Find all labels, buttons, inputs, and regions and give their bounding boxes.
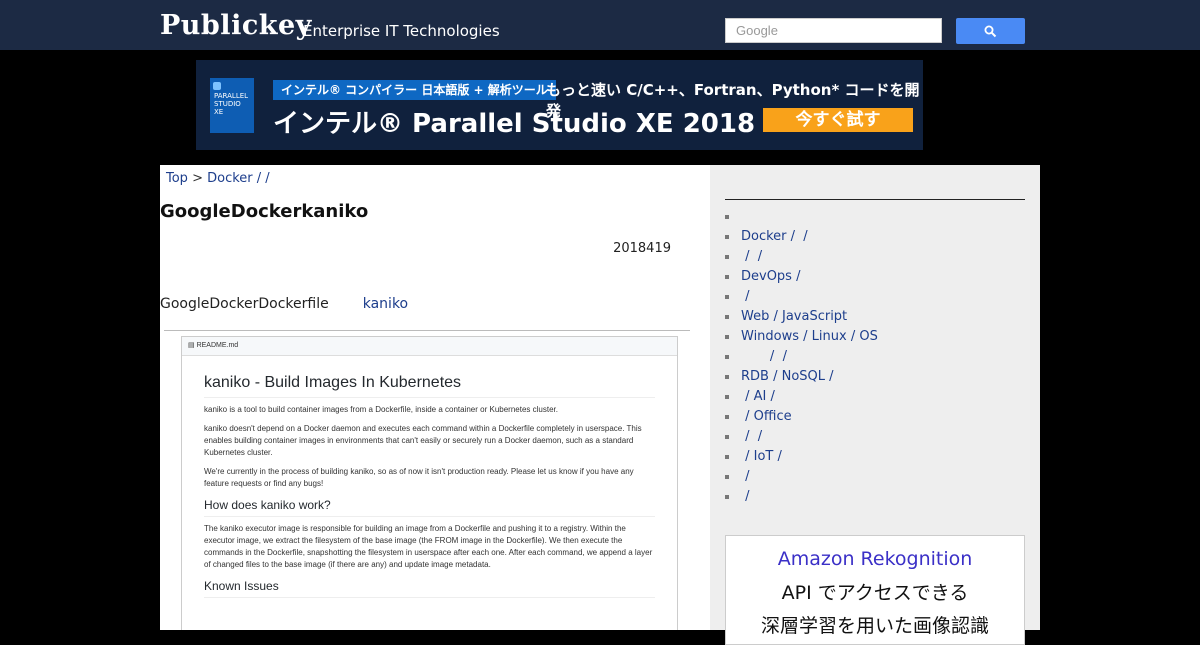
- readme-paragraph: kaniko doesn't depend on a Docker daemon…: [204, 424, 642, 457]
- readme-title: kaniko - Build Images In Kubernetes: [204, 374, 655, 398]
- ad-banner[interactable]: PARALLEL STUDIO XE インテル® コンパイラー 日本語版 + 解…: [196, 60, 923, 150]
- breadcrumb: Top > Docker / /: [166, 171, 270, 186]
- category-item[interactable]: / /: [725, 247, 878, 267]
- category-item[interactable]: /: [725, 287, 878, 307]
- search-input[interactable]: [725, 18, 942, 43]
- category-list: Docker / / / / DevOps / / Web / JavaScri…: [725, 207, 878, 507]
- bullet-icon: [725, 374, 729, 379]
- bullet-icon: [725, 394, 729, 399]
- lead-text: GoogleDockerDockerfile: [160, 296, 329, 312]
- breadcrumb-category-link[interactable]: Docker / /: [207, 171, 270, 186]
- category-item[interactable]: / /: [725, 347, 878, 367]
- category-item[interactable]: Docker / /: [725, 227, 878, 247]
- bullet-icon: [725, 314, 729, 319]
- bullet-icon: [725, 454, 729, 459]
- bullet-icon: [725, 434, 729, 439]
- readme-screenshot: ▤ README.md kaniko - Build Images In Kub…: [181, 336, 678, 630]
- product-box-image: PARALLEL STUDIO XE: [210, 78, 254, 133]
- bullet-icon: [725, 414, 729, 419]
- sidebar-ad[interactable]: Amazon Rekognition API でアクセスできる 深層学習を用いた…: [725, 535, 1025, 645]
- category-item[interactable]: Web / JavaScript: [725, 307, 878, 327]
- readme-filename: README.md: [196, 342, 239, 349]
- site-logo[interactable]: Publickey: [160, 10, 312, 41]
- readme-paragraph: kaniko is a tool to build container imag…: [204, 405, 558, 414]
- book-icon: ▤: [188, 342, 197, 349]
- readme-heading: How does kaniko work?: [204, 498, 655, 517]
- ad-text-line: API でアクセスできる: [781, 582, 969, 604]
- readme-paragraph: The kaniko executor image is responsible…: [204, 524, 653, 569]
- breadcrumb-top-link[interactable]: Top: [166, 171, 188, 186]
- category-item[interactable]: [725, 207, 878, 227]
- sidebar-rule: [725, 199, 1025, 200]
- readme-paragraph: We're currently in the process of buildi…: [204, 467, 634, 488]
- article-lead: GoogleDockerDockerfile kaniko: [160, 296, 408, 312]
- category-item[interactable]: / Office: [725, 407, 878, 427]
- bullet-icon: [725, 214, 729, 219]
- kaniko-link[interactable]: kaniko: [363, 296, 408, 312]
- main-content: Top > Docker / / GoogleDockerkaniko 2018…: [160, 165, 710, 630]
- banner-headline: インテル® Parallel Studio XE 2018: [273, 109, 756, 139]
- breadcrumb-separator: >: [187, 171, 208, 186]
- readme-file-header: ▤ README.md: [182, 337, 677, 356]
- category-item[interactable]: DevOps /: [725, 267, 878, 287]
- search-button[interactable]: [956, 18, 1025, 44]
- bullet-icon: [725, 294, 729, 299]
- category-item[interactable]: Windows / Linux / OS: [725, 327, 878, 347]
- top-header: Publickey Enterprise IT Technologies: [0, 0, 1200, 50]
- bullet-icon: [725, 234, 729, 239]
- banner-tag: インテル® コンパイラー 日本語版 + 解析ツール: [273, 80, 556, 100]
- site-tagline: Enterprise IT Technologies: [303, 22, 500, 40]
- sidebar: Docker / / / / DevOps / / Web / JavaScri…: [710, 165, 1040, 645]
- bullet-icon: [725, 494, 729, 499]
- bullet-icon: [725, 254, 729, 259]
- content-divider: [164, 330, 690, 331]
- search-icon: [984, 25, 997, 37]
- ad-product-name: Amazon Rekognition: [777, 548, 973, 570]
- bullet-icon: [725, 354, 729, 359]
- category-item[interactable]: /: [725, 467, 878, 487]
- article-title: GoogleDockerkaniko: [160, 201, 369, 222]
- bullet-icon: [725, 334, 729, 339]
- readme-heading: Known Issues: [204, 579, 655, 598]
- category-item[interactable]: / IoT /: [725, 447, 878, 467]
- article-date: 2018419: [613, 241, 671, 256]
- category-item[interactable]: / AI /: [725, 387, 878, 407]
- banner-cta-button[interactable]: 今すぐ試す: [763, 108, 913, 132]
- ad-text-line: 深層学習を用いた画像認識: [760, 615, 989, 637]
- bullet-icon: [725, 474, 729, 479]
- category-item[interactable]: / /: [725, 427, 878, 447]
- category-item[interactable]: RDB / NoSQL /: [725, 367, 878, 387]
- bullet-icon: [725, 274, 729, 279]
- category-item[interactable]: /: [725, 487, 878, 507]
